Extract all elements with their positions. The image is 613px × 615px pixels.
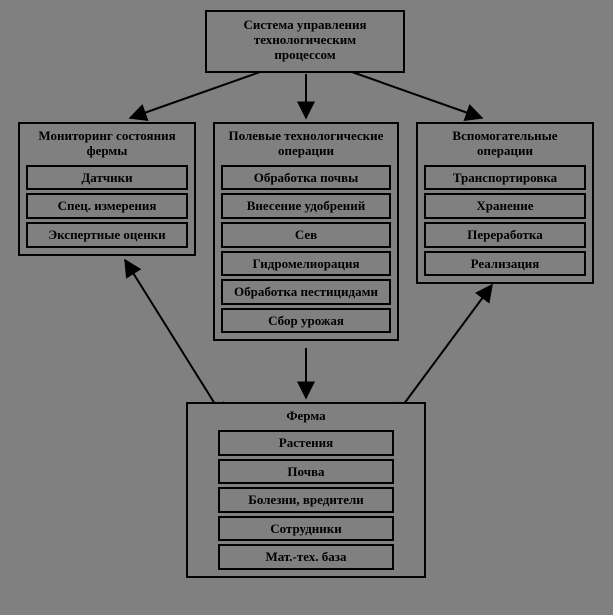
node-farm: Ферма Растения Почва Болезни, вредители …: [186, 402, 426, 578]
title-line: Система управления: [244, 17, 367, 32]
title-line: Вспомогательные: [452, 128, 557, 143]
title-line: операции: [278, 143, 334, 158]
title-line: Полевые технологические: [229, 128, 384, 143]
item-list: Растения Почва Болезни, вредители Сотруд…: [188, 430, 424, 576]
node-title: Система управления технологическим проце…: [207, 12, 403, 71]
node-title: Мониторинг состояния фермы: [20, 124, 194, 165]
list-item: Мат.-тех. база: [218, 544, 394, 570]
list-item: Обработка почвы: [221, 165, 391, 191]
node-title: Вспомогательные операции: [418, 124, 592, 165]
list-item: Сбор урожая: [221, 308, 391, 334]
list-item: Обработка пестицидами: [221, 279, 391, 305]
item-list: Транспортировка Хранение Переработка Реа…: [418, 165, 592, 282]
title-line: технологическим: [254, 32, 356, 47]
list-item: Сотрудники: [218, 516, 394, 542]
title-line: операции: [477, 143, 533, 158]
list-item: Хранение: [424, 193, 586, 219]
list-item: Транспортировка: [424, 165, 586, 191]
list-item: Экспертные оценки: [26, 222, 188, 248]
node-aux-operations: Вспомогательные операции Транспортировка…: [416, 122, 594, 284]
item-list: Датчики Спец. измерения Экспертные оценк…: [20, 165, 194, 254]
node-title: Полевые технологические операции: [215, 124, 397, 165]
list-item: Реализация: [424, 251, 586, 277]
node-monitoring: Мониторинг состояния фермы Датчики Спец.…: [18, 122, 196, 256]
list-item: Гидромелиорация: [221, 251, 391, 277]
list-item: Датчики: [26, 165, 188, 191]
node-title: Ферма: [188, 404, 424, 430]
list-item: Растения: [218, 430, 394, 456]
list-item: Переработка: [424, 222, 586, 248]
node-field-operations: Полевые технологические операции Обработ…: [213, 122, 399, 341]
node-control-system: Система управления технологическим проце…: [205, 10, 405, 73]
title-line: Мониторинг состояния: [38, 128, 175, 143]
title-line: Ферма: [286, 408, 325, 423]
list-item: Сев: [221, 222, 391, 248]
title-line: процессом: [274, 47, 335, 62]
list-item: Спец. измерения: [26, 193, 188, 219]
list-item: Болезни, вредители: [218, 487, 394, 513]
list-item: Внесение удобрений: [221, 193, 391, 219]
title-line: фермы: [87, 143, 128, 158]
list-item: Почва: [218, 459, 394, 485]
item-list: Обработка почвы Внесение удобрений Сев Г…: [215, 165, 397, 340]
